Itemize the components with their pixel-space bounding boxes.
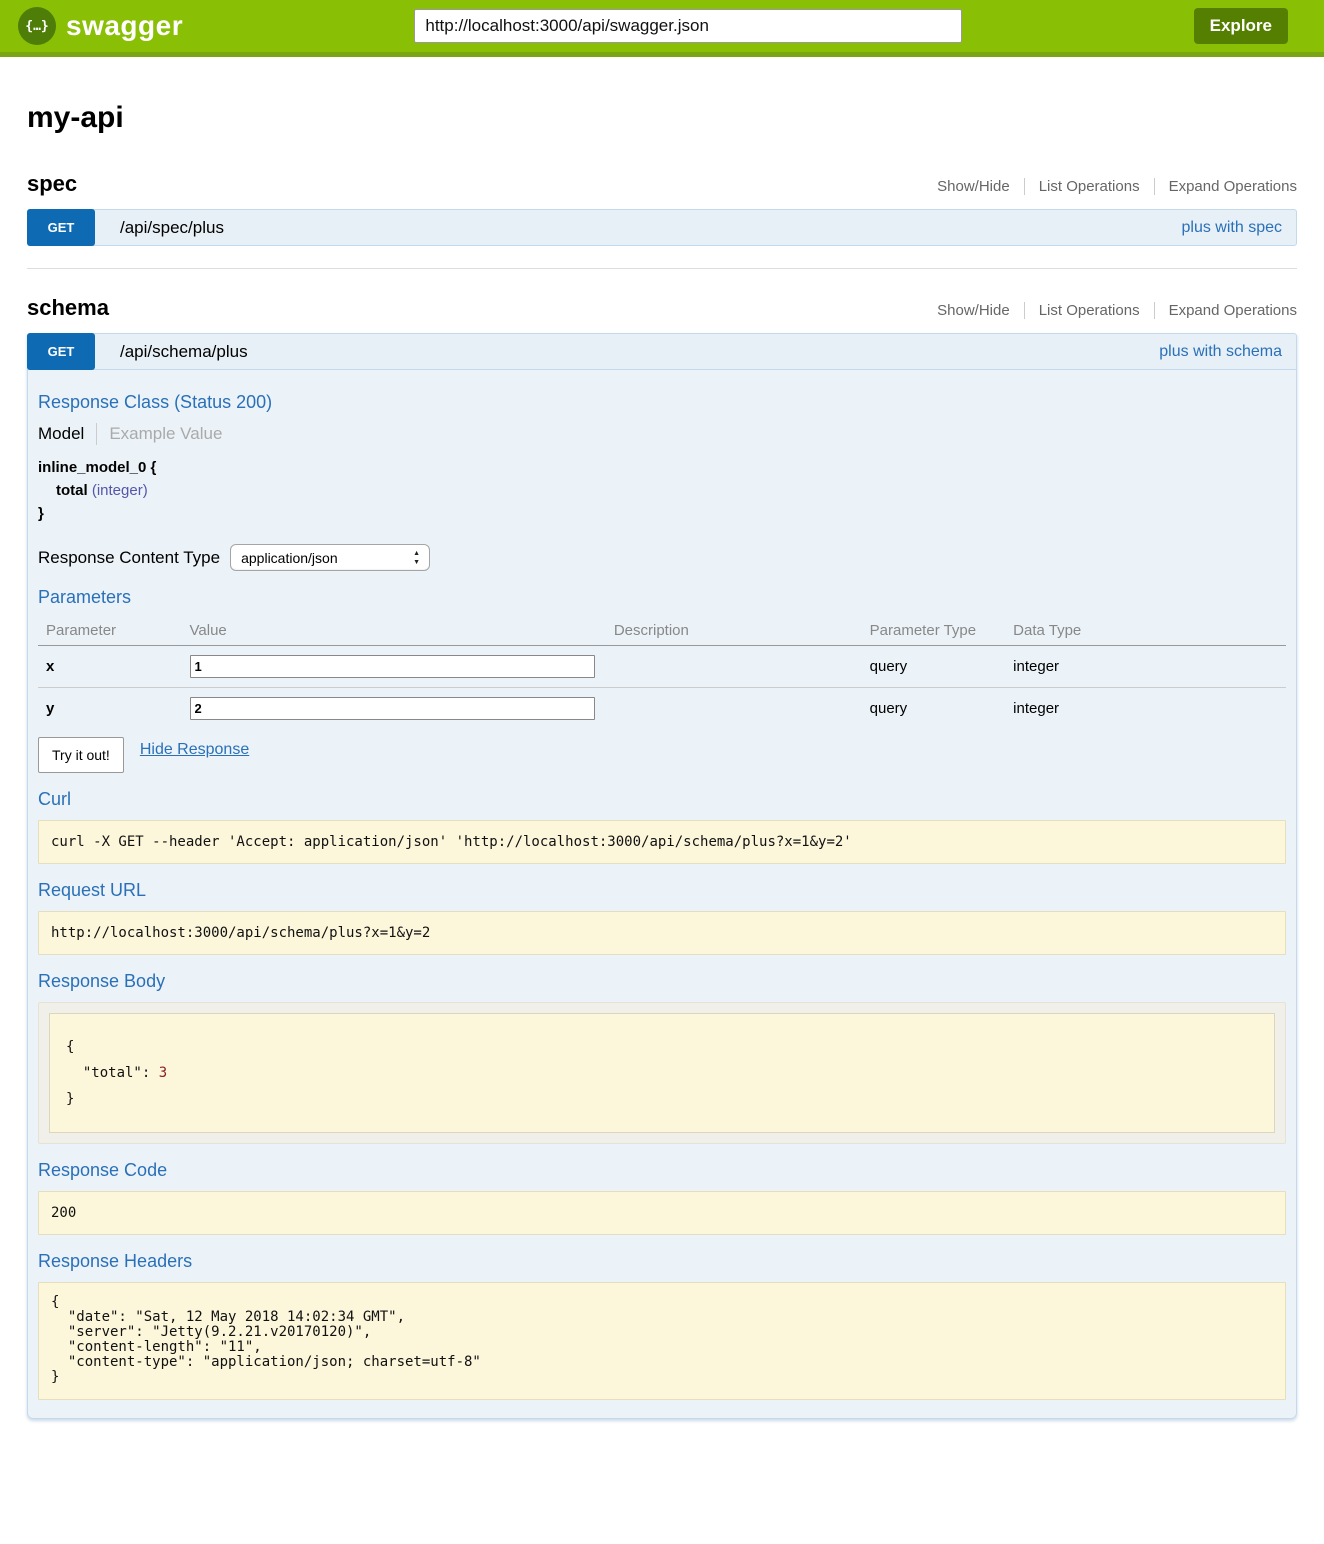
schema-operation-content: Response Class (Status 200) Model Exampl… bbox=[27, 370, 1297, 1419]
response-body-heading: Response Body bbox=[38, 971, 1286, 992]
param-x-value-input[interactable] bbox=[190, 655, 595, 678]
select-arrows-icon: ▲▼ bbox=[413, 549, 420, 567]
param-y-value-input[interactable] bbox=[190, 697, 595, 720]
col-data-type: Data Type bbox=[1005, 618, 1286, 646]
page-title: my-api bbox=[27, 101, 1297, 135]
spec-list-operations-link[interactable]: List Operations bbox=[1024, 178, 1154, 195]
param-description bbox=[606, 646, 862, 688]
model-name: inline_model_0 { bbox=[38, 459, 1286, 476]
response-content-type-value: application/json bbox=[241, 550, 338, 566]
param-name: x bbox=[38, 646, 182, 688]
col-description: Description bbox=[606, 618, 862, 646]
spec-operation-path[interactable]: /api/spec/plus bbox=[95, 218, 224, 238]
param-type: query bbox=[862, 688, 1006, 730]
param-description bbox=[606, 688, 862, 730]
spec-expand-operations-link[interactable]: Expand Operations bbox=[1154, 178, 1297, 195]
model-property-type: (integer) bbox=[92, 482, 148, 499]
brand-title: swagger bbox=[66, 10, 183, 42]
spec-show-hide-link[interactable]: Show/Hide bbox=[923, 178, 1024, 195]
response-headers-json: { "date": "Sat, 12 May 2018 14:02:34 GMT… bbox=[38, 1282, 1286, 1400]
try-it-out-button[interactable]: Try it out! bbox=[38, 737, 124, 773]
param-data-type: integer bbox=[1005, 688, 1286, 730]
model-close-brace: } bbox=[38, 505, 1286, 522]
schema-section-title: schema bbox=[27, 295, 109, 321]
curl-command: curl -X GET --header 'Accept: applicatio… bbox=[38, 820, 1286, 864]
parameter-row-y: y query integer bbox=[38, 688, 1286, 730]
explore-button[interactable]: Explore bbox=[1194, 8, 1288, 44]
col-value: Value bbox=[182, 618, 606, 646]
response-content-type-row: Response Content Type application/json ▲… bbox=[38, 544, 1286, 571]
response-headers-heading: Response Headers bbox=[38, 1251, 1286, 1272]
parameters-heading: Parameters bbox=[38, 587, 1286, 608]
schema-list-operations-link[interactable]: List Operations bbox=[1024, 302, 1154, 319]
top-navbar: {…} swagger Explore bbox=[0, 0, 1324, 57]
schema-expand-operations-link[interactable]: Expand Operations bbox=[1154, 302, 1297, 319]
parameters-table: Parameter Value Description Parameter Ty… bbox=[38, 618, 1286, 729]
spec-operation-summary[interactable]: plus with spec bbox=[1182, 219, 1297, 237]
parameter-row-x: x query integer bbox=[38, 646, 1286, 688]
param-type: query bbox=[862, 646, 1006, 688]
response-body-container: { "total": 3 } bbox=[38, 1002, 1286, 1144]
model-signature: inline_model_0 { total (integer) } bbox=[38, 459, 1286, 522]
schema-show-hide-link[interactable]: Show/Hide bbox=[923, 302, 1024, 319]
tab-model[interactable]: Model bbox=[38, 424, 96, 444]
curl-heading: Curl bbox=[38, 789, 1286, 810]
section-divider bbox=[27, 268, 1297, 269]
model-tabs: Model Example Value bbox=[38, 423, 1286, 445]
response-code-heading: Response Code bbox=[38, 1160, 1286, 1181]
request-url-value: http://localhost:3000/api/schema/plus?x=… bbox=[38, 911, 1286, 955]
response-content-type-select[interactable]: application/json ▲▼ bbox=[230, 544, 430, 571]
schema-get-method-badge[interactable]: GET bbox=[27, 333, 95, 370]
schema-section-header: schema Show/Hide List Operations Expand … bbox=[27, 295, 1297, 321]
schema-operation-row[interactable]: GET /api/schema/plus plus with schema bbox=[27, 333, 1297, 370]
tab-example-value[interactable]: Example Value bbox=[97, 424, 222, 444]
spec-section-title: spec bbox=[27, 171, 77, 197]
response-content-type-label: Response Content Type bbox=[38, 548, 220, 568]
response-code-value: 200 bbox=[38, 1191, 1286, 1235]
response-body-json: { "total": 3 } bbox=[49, 1013, 1275, 1133]
request-url-heading: Request URL bbox=[38, 880, 1286, 901]
schema-operation-block: GET /api/schema/plus plus with schema Re… bbox=[27, 333, 1297, 1419]
schema-section-controls: Show/Hide List Operations Expand Operati… bbox=[923, 302, 1297, 319]
spec-url-input[interactable] bbox=[414, 9, 962, 43]
schema-operation-summary[interactable]: plus with schema bbox=[1159, 343, 1296, 361]
spec-get-method-badge[interactable]: GET bbox=[27, 209, 95, 246]
param-name: y bbox=[38, 688, 182, 730]
spec-operation-row[interactable]: GET /api/spec/plus plus with spec bbox=[27, 209, 1297, 246]
hide-response-link[interactable]: Hide Response bbox=[140, 741, 249, 759]
response-body-number: 3 bbox=[159, 1065, 167, 1081]
model-property-name: total bbox=[56, 482, 88, 499]
model-property: total (integer) bbox=[56, 482, 1286, 499]
param-data-type: integer bbox=[1005, 646, 1286, 688]
col-parameter: Parameter bbox=[38, 618, 182, 646]
schema-operation-path[interactable]: /api/schema/plus bbox=[95, 342, 248, 362]
parameters-header-row: Parameter Value Description Parameter Ty… bbox=[38, 618, 1286, 646]
response-class-heading: Response Class (Status 200) bbox=[38, 392, 1286, 413]
try-row: Try it out! Hide Response bbox=[38, 737, 1286, 773]
spec-section-header: spec Show/Hide List Operations Expand Op… bbox=[27, 171, 1297, 197]
spec-section-controls: Show/Hide List Operations Expand Operati… bbox=[923, 178, 1297, 195]
swagger-logo-icon: {…} bbox=[18, 7, 56, 45]
col-parameter-type: Parameter Type bbox=[862, 618, 1006, 646]
